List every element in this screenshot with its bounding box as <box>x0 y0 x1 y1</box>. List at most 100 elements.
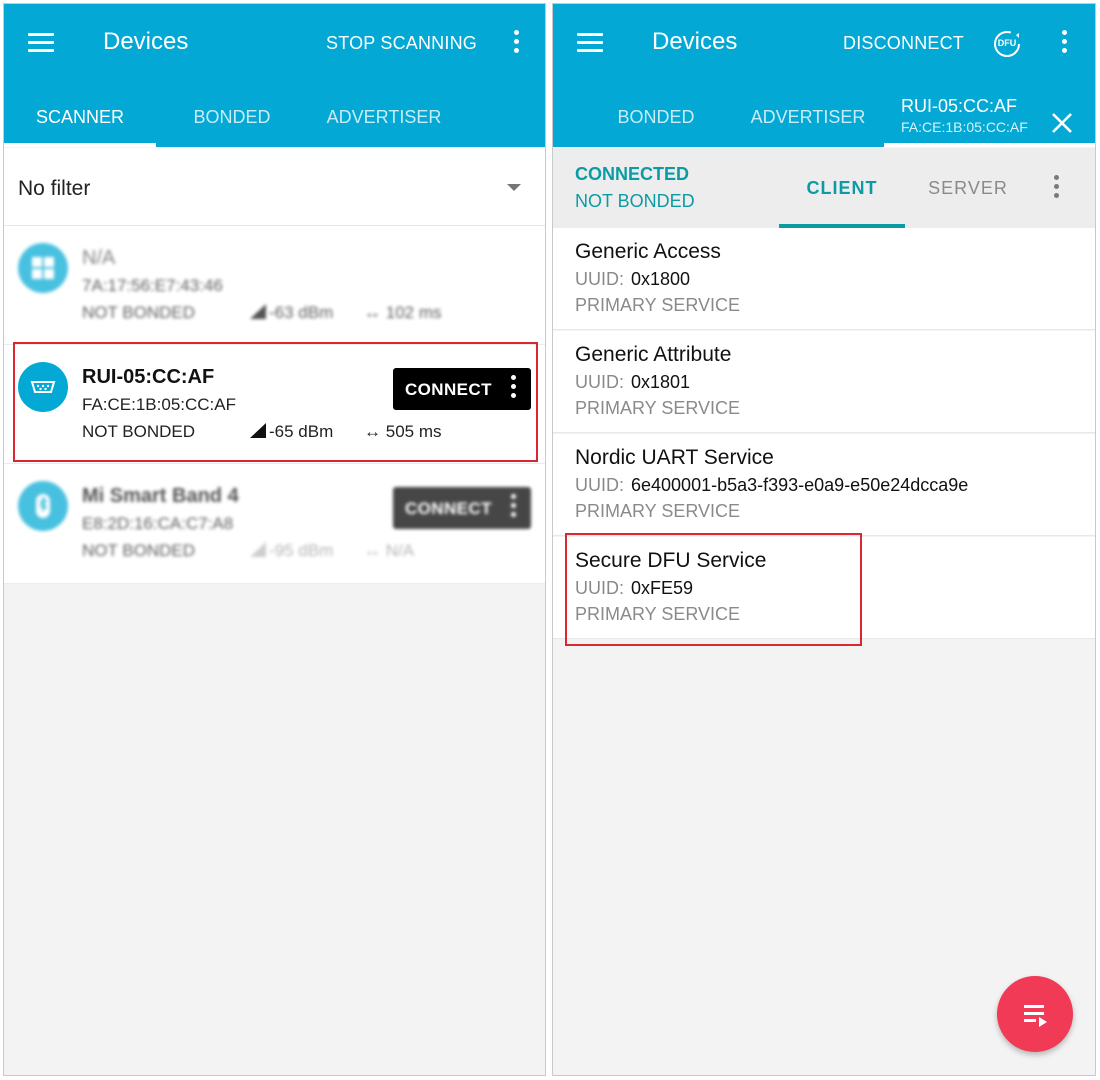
uuid-value: 0x1800 <box>631 269 691 289</box>
connect-button[interactable]: CONNECT <box>393 487 531 529</box>
uuid-label: UUID: <box>575 578 624 598</box>
filter-dropdown[interactable]: No filter <box>4 148 545 226</box>
device-rssi: -95 dBm <box>250 541 333 561</box>
service-uuid: UUID: 0xFE59 <box>575 578 693 599</box>
tab-indicator <box>4 143 156 147</box>
log-list-icon <box>1024 1005 1047 1027</box>
signal-strength-icon <box>250 304 266 319</box>
more-vert-icon[interactable] <box>1046 175 1066 203</box>
page-title: Devices <box>652 28 738 55</box>
rssi-value: -95 dBm <box>269 541 334 560</box>
bluetooth-icon <box>18 481 68 531</box>
tab-device[interactable]: RUI-05:CC:AF FA:CE:1B:05:CC:AF <box>884 92 1095 147</box>
service-uuid: UUID: 6e400001-b5a3-f393-e0a9-e50e24dcca9… <box>575 475 968 496</box>
device-interval: ↔ N/A <box>364 541 414 561</box>
service-name: Nordic UART Service <box>575 446 774 469</box>
log-fab-button[interactable] <box>997 976 1073 1052</box>
signal-strength-icon <box>250 542 266 557</box>
rssi-value: -65 dBm <box>269 422 334 441</box>
device-bond-state: NOT BONDED <box>82 303 196 322</box>
service-list-item[interactable]: Nordic UART Service UUID: 6e400001-b5a3-f… <box>553 434 1095 536</box>
service-uuid: UUID: 0x1801 <box>575 372 690 393</box>
app-bar: Devices STOP SCANNING SCANNER BONDED ADV… <box>4 4 545 147</box>
device-address: E8:2D:16:CA:C7:A8 <box>82 514 234 533</box>
device-interval: ↔ 102 ms <box>364 303 441 323</box>
uuid-value: 0xFE59 <box>631 578 694 598</box>
service-type: PRIMARY SERVICE <box>575 398 741 418</box>
filter-value: No filter <box>18 177 91 200</box>
interval-arrows-icon: ↔ <box>364 422 386 441</box>
tab-bar: BONDED ADVERTISER RUI-05:CC:AF FA:CE:1B:… <box>553 92 1095 147</box>
tab-advertiser[interactable]: ADVERTISER <box>732 92 884 147</box>
tab-bar: SCANNER BONDED ADVERTISER <box>4 92 545 147</box>
page-title: Devices <box>103 28 189 55</box>
device-tab-name: RUI-05:CC:AF <box>901 96 1018 116</box>
tab-client[interactable]: CLIENT <box>779 148 905 228</box>
tab-bonded[interactable]: BONDED <box>580 92 732 147</box>
app-bar: Devices DISCONNECT DFU BONDED ADVERTISER… <box>553 4 1095 147</box>
service-name: Generic Access <box>575 240 721 263</box>
tab-indicator <box>884 143 1095 147</box>
more-vert-icon[interactable] <box>503 494 523 522</box>
device-list-item[interactable]: RUI-05:CC:AF FA:CE:1B:05:CC:AF NOT BONDE… <box>4 345 545 464</box>
menu-icon[interactable] <box>28 31 56 53</box>
scanner-screen: Devices STOP SCANNING SCANNER BONDED ADV… <box>3 3 546 1076</box>
more-vert-icon[interactable] <box>503 375 523 403</box>
tab-bonded[interactable]: BONDED <box>156 92 308 147</box>
dfu-icon[interactable]: DFU <box>992 29 1022 59</box>
menu-icon[interactable] <box>577 31 605 53</box>
service-uuid: UUID: 0x1800 <box>575 269 690 290</box>
service-type: PRIMARY SERVICE <box>575 295 741 315</box>
device-name: Mi Smart Band 4 <box>82 485 239 507</box>
service-type: PRIMARY SERVICE <box>575 604 741 624</box>
device-client-screen: Devices DISCONNECT DFU BONDED ADVERTISER… <box>552 3 1096 1076</box>
tab-scanner[interactable]: SCANNER <box>4 92 156 147</box>
service-name: Secure DFU Service <box>575 549 767 572</box>
signal-strength-icon <box>250 423 266 438</box>
service-type: PRIMARY SERVICE <box>575 501 741 521</box>
device-list-item[interactable]: N/A 7A:17:56:E7:43:46 NOT BONDED -63 dBm… <box>4 226 545 345</box>
disconnect-button[interactable]: DISCONNECT <box>843 33 964 54</box>
uuid-label: UUID: <box>575 269 624 289</box>
service-list-item[interactable]: Secure DFU Service UUID: 0xFE59 PRIMARY S… <box>553 537 1095 639</box>
chevron-down-icon <box>507 184 521 191</box>
close-icon[interactable] <box>1050 104 1074 133</box>
device-rssi: -65 dBm <box>250 422 333 442</box>
interval-value: N/A <box>385 541 415 560</box>
interval-arrows-icon: ↔ <box>364 303 386 322</box>
interval-arrows-icon: ↔ <box>364 541 386 560</box>
tab-server[interactable]: SERVER <box>905 148 1031 228</box>
windows-logo-icon <box>18 243 68 293</box>
uuid-value: 0x1801 <box>631 372 691 392</box>
device-rssi: -63 dBm <box>250 303 333 323</box>
connect-label: CONNECT <box>405 499 492 518</box>
device-interval: ↔ 505 ms <box>364 422 441 442</box>
service-name: Generic Attribute <box>575 343 732 366</box>
more-vert-icon[interactable] <box>1054 30 1074 58</box>
bond-state: NOT BONDED <box>575 191 695 211</box>
rssi-value: -63 dBm <box>269 303 334 322</box>
device-bond-state: NOT BONDED <box>82 422 196 441</box>
dfu-label: DFU <box>997 38 1017 48</box>
service-list-item[interactable]: Generic Access UUID: 0x1800 PRIMARY SERVI… <box>553 228 1095 330</box>
uuid-label: UUID: <box>575 475 624 495</box>
tab-advertiser[interactable]: ADVERTISER <box>308 92 460 147</box>
device-tab-address: FA:CE:1B:05:CC:AF <box>901 119 1028 135</box>
stop-scanning-button[interactable]: STOP SCANNING <box>326 33 477 54</box>
serial-port-icon <box>18 362 68 412</box>
connection-status-bar: CONNECTED NOT BONDED CLIENT SERVER <box>553 148 1095 228</box>
connect-button[interactable]: CONNECT <box>393 368 531 410</box>
device-name: RUI-05:CC:AF <box>82 366 215 388</box>
connect-label: CONNECT <box>405 380 492 399</box>
device-bond-state: NOT BONDED <box>82 541 196 560</box>
connection-state: CONNECTED <box>575 164 690 184</box>
interval-value: 102 ms <box>385 303 442 322</box>
more-vert-icon[interactable] <box>506 30 526 58</box>
uuid-value: 6e400001-b5a3-f393-e0a9-e50e24dcca9e <box>631 475 969 495</box>
device-address: 7A:17:56:E7:43:46 <box>82 276 223 295</box>
service-list-item[interactable]: Generic Attribute UUID: 0x1801 PRIMARY SE… <box>553 331 1095 433</box>
device-list-item[interactable]: Mi Smart Band 4 E8:2D:16:CA:C7:A8 NOT BO… <box>4 464 545 584</box>
uuid-label: UUID: <box>575 372 624 392</box>
device-address: FA:CE:1B:05:CC:AF <box>82 395 236 414</box>
device-name: N/A <box>82 247 116 269</box>
